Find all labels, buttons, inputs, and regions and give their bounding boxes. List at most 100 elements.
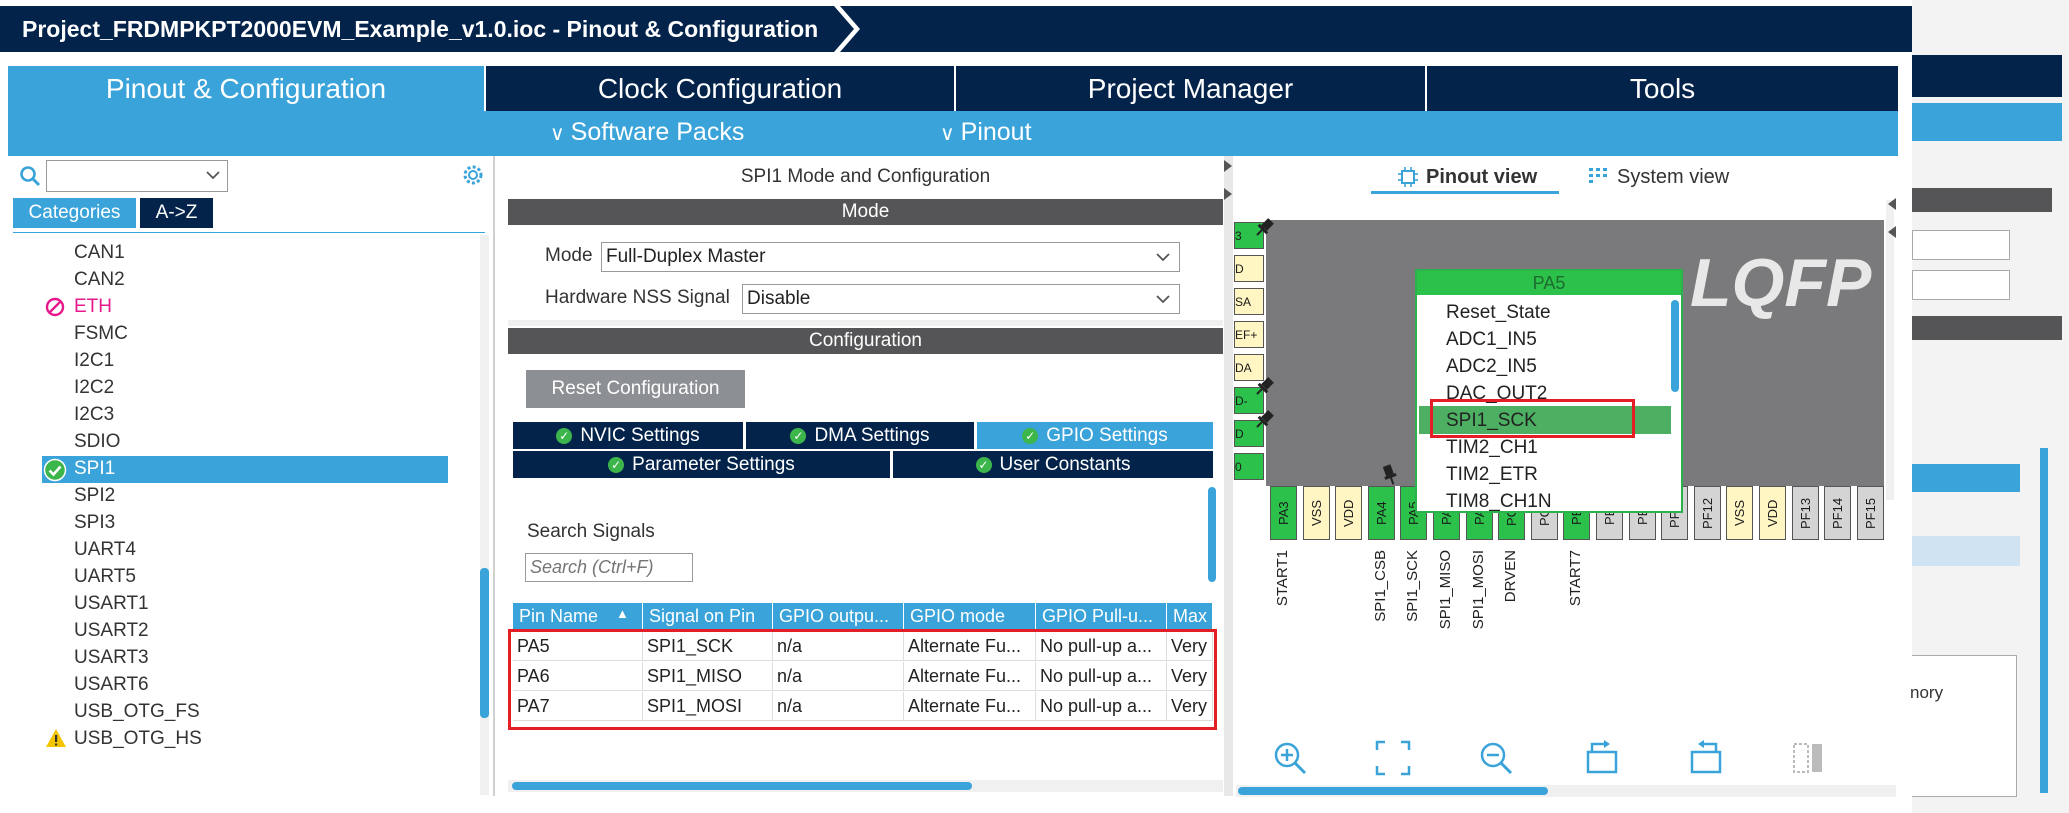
tree-item-uart4[interactable]: UART4 (74, 539, 136, 561)
panel-heading: SPI1 Mode and Configuration (740, 166, 991, 187)
mid-scrollbar-thumb[interactable] (1208, 487, 1216, 582)
tab-parameter-settings[interactable]: ✓ Parameter Settings (513, 451, 890, 478)
right-vscrollbar[interactable] (1886, 200, 1894, 500)
scrollbar-thumb[interactable] (480, 568, 489, 718)
tab-pinout-configuration[interactable]: Pinout & Configuration (8, 66, 484, 111)
left-scrollbar[interactable] (480, 235, 489, 795)
nss-select[interactable]: Disable (742, 284, 1180, 314)
popup-option[interactable]: ADC2_IN5 (1446, 356, 1537, 378)
tab-clock-configuration[interactable]: Clock Configuration (486, 66, 954, 111)
column-header[interactable]: GPIO outpu... (773, 603, 904, 630)
rotate-right-icon[interactable] (1582, 738, 1622, 778)
bg-select (1912, 270, 2010, 300)
tab-dma-settings[interactable]: ✓ DMA Settings (746, 422, 974, 449)
popup-scrollbar-thumb[interactable] (1671, 300, 1679, 392)
tab-nvic-settings[interactable]: ✓ NVIC Settings (513, 422, 743, 449)
right-hscrollbar[interactable] (1236, 785, 1896, 797)
tree-item-spi1[interactable]: SPI1 (74, 458, 115, 480)
pin-label: SPI1_MISO (1437, 550, 1454, 630)
pinout-view-tab[interactable]: Pinout view (1426, 166, 1537, 189)
collapse-arrows-icon[interactable] (1224, 160, 1233, 220)
popup-option[interactable]: TIM2_ETR (1446, 464, 1538, 486)
check-icon: ✓ (975, 456, 992, 473)
tab-categories[interactable]: Categories (13, 198, 136, 228)
sort-ascending-icon[interactable]: ▲ (616, 606, 629, 621)
pin-pushpin-icon (1256, 218, 1274, 236)
warning-icon (46, 729, 66, 747)
tree-item-spi3[interactable]: SPI3 (74, 512, 115, 534)
fit-screen-icon[interactable] (1373, 738, 1413, 778)
split-view-icon[interactable] (1790, 738, 1830, 778)
column-header[interactable]: GPIO Pull-u... (1036, 603, 1167, 630)
search-icon[interactable] (18, 164, 42, 188)
tree-item-i2c3[interactable]: I2C3 (74, 404, 114, 426)
splitter[interactable] (1224, 156, 1233, 796)
tab-tools[interactable]: Tools (1427, 66, 1898, 111)
tab-label: Project Manager (1087, 72, 1294, 104)
column-header[interactable]: Max (1167, 603, 1213, 630)
tab-label: Tools (1629, 72, 1696, 104)
tree-item-usb-otg-hs[interactable]: USB_OTG_HS (74, 728, 202, 750)
bottom-pin[interactable]: PA4 (1367, 486, 1395, 540)
bg-list-header (1912, 464, 2020, 492)
scrollbar-thumb[interactable] (512, 782, 972, 790)
left-pin[interactable]: D (1234, 255, 1264, 282)
bottom-pin[interactable]: PF12 (1693, 486, 1721, 540)
tree-item-fsmc[interactable]: FSMC (74, 323, 128, 345)
tree-item-uart5[interactable]: UART5 (74, 566, 136, 588)
scrollbar-thumb[interactable] (1238, 787, 1548, 795)
bottom-pin[interactable]: VDD (1335, 486, 1363, 540)
gear-icon[interactable] (460, 162, 486, 188)
left-pin[interactable]: SA (1234, 288, 1264, 315)
bg-list-row (1912, 536, 2020, 566)
reset-configuration-button[interactable]: Reset Configuration (526, 370, 745, 408)
zoom-in-icon[interactable] (1270, 738, 1310, 778)
tree-item-usart3[interactable]: USART3 (74, 647, 149, 669)
tab-a-z[interactable]: A->Z (140, 198, 213, 228)
bottom-pin[interactable]: PF14 (1824, 486, 1852, 540)
rotate-left-icon[interactable] (1686, 738, 1726, 778)
tree-item-can1[interactable]: CAN1 (74, 242, 125, 264)
tab-label: Parameter Settings (632, 453, 795, 475)
tree-item-usart6[interactable]: USART6 (74, 674, 149, 696)
mid-hscrollbar[interactable] (508, 780, 1223, 792)
popup-option[interactable]: ADC1_IN5 (1446, 329, 1537, 351)
left-pin[interactable]: 0 (1234, 453, 1264, 480)
popup-option[interactable]: Reset_State (1446, 302, 1551, 324)
pinout-menu[interactable]: ∨ Pinout (940, 118, 1032, 147)
system-view-tab[interactable]: System view (1617, 166, 1729, 189)
bottom-pin[interactable]: PF13 (1791, 486, 1819, 540)
search-combobox[interactable] (46, 160, 228, 192)
tab-user-constants[interactable]: ✓ User Constants (893, 451, 1213, 478)
software-packs-menu[interactable]: ∨ Software Packs (550, 118, 744, 147)
tab-label: DMA Settings (814, 424, 930, 446)
bottom-pin[interactable]: VSS (1302, 486, 1330, 540)
tree-item-can2[interactable]: CAN2 (74, 269, 125, 291)
tree-item-usb-otg-fs[interactable]: USB_OTG_FS (74, 701, 200, 723)
bottom-pin[interactable]: VSS (1726, 486, 1754, 540)
chip-icon (1398, 167, 1418, 187)
bottom-pin[interactable]: VDD (1759, 486, 1786, 540)
bg-section-header (1912, 188, 2052, 212)
tree-item-usart1[interactable]: USART1 (74, 593, 149, 615)
bottom-pin[interactable]: PA3 (1270, 486, 1297, 540)
mode-select[interactable]: Full-Duplex Master (601, 242, 1180, 272)
tree-item-eth[interactable]: ETH (74, 296, 112, 318)
tree-item-i2c2[interactable]: I2C2 (74, 377, 114, 399)
popup-option[interactable]: TIM8_CH1N (1446, 491, 1552, 513)
zoom-out-icon[interactable] (1476, 738, 1516, 778)
tab-gpio-settings[interactable]: ✓ GPIO Settings (977, 422, 1213, 449)
column-header[interactable]: Signal on Pin (643, 603, 773, 630)
popup-option[interactable]: TIM2_CH1 (1446, 437, 1538, 459)
highlight-box-spi1-sck (1430, 399, 1635, 438)
tree-item-spi2[interactable]: SPI2 (74, 485, 115, 507)
search-signals-input[interactable] (525, 553, 693, 582)
bottom-pin[interactable]: PF15 (1856, 486, 1884, 540)
tab-project-manager[interactable]: Project Manager (956, 66, 1425, 111)
tree-item-sdio[interactable]: SDIO (74, 431, 120, 453)
column-header[interactable]: GPIO mode (904, 603, 1036, 630)
left-pin[interactable]: EF+ (1234, 321, 1264, 348)
tree-item-usart2[interactable]: USART2 (74, 620, 149, 642)
tree-item-i2c1[interactable]: I2C1 (74, 350, 114, 372)
collapse-arrows-icon[interactable] (1884, 198, 1896, 242)
